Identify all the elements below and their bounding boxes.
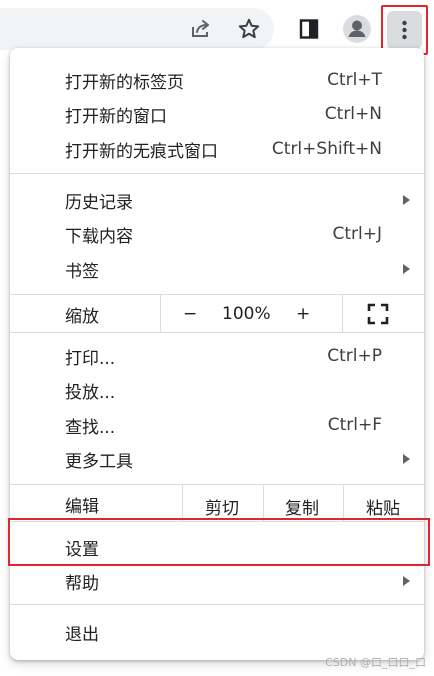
copy-button[interactable]: 复制 — [285, 494, 319, 519]
zoom-out-button[interactable]: − — [183, 304, 197, 324]
edit-divider — [343, 485, 344, 521]
chrome-main-menu: 打开新的标签页 Ctrl+T 打开新的窗口 Ctrl+N 打开新的无痕式窗口 C… — [10, 48, 424, 660]
fullscreen-icon[interactable] — [367, 303, 389, 325]
edit-divider — [182, 485, 183, 521]
menu-separator — [10, 332, 424, 333]
menu-item-shortcut: Ctrl+N — [324, 104, 382, 124]
paste-button[interactable]: 粘贴 — [366, 494, 400, 519]
menu-item-shortcut: Ctrl+P — [327, 346, 382, 366]
menu-zoom-row: 缩放 — [10, 296, 424, 332]
menu-item-label: 退出 — [65, 624, 99, 645]
profile-avatar-icon[interactable] — [340, 12, 374, 46]
menu-item-exit[interactable]: 退出 — [10, 615, 424, 649]
menu-item-shortcut: Ctrl+Shift+N — [271, 139, 382, 159]
menu-item-downloads[interactable]: 下载内容 Ctrl+J — [10, 217, 424, 251]
zoom-divider — [160, 295, 161, 332]
menu-separator — [10, 484, 424, 485]
menu-item-label: 打开新的无痕式窗口 — [65, 141, 218, 162]
watermark: CSDN @口_口口_口 — [325, 656, 426, 669]
edit-label: 编辑 — [65, 496, 99, 517]
zoom-label: 缩放 — [65, 306, 99, 327]
bookmark-star-icon[interactable] — [232, 12, 266, 46]
kebab-menu-icon[interactable] — [387, 11, 422, 49]
menu-item-label: 历史记录 — [65, 192, 133, 213]
menu-item-help[interactable]: 帮助 — [10, 564, 424, 598]
menu-separator — [10, 294, 424, 295]
zoom-in-button[interactable]: + — [296, 304, 310, 324]
menu-item-label: 书签 — [65, 261, 99, 282]
menu-item-new-tab[interactable]: 打开新的标签页 Ctrl+T — [10, 63, 424, 97]
menu-item-find[interactable]: 查找... Ctrl+F — [10, 408, 424, 442]
menu-item-label: 打开新的标签页 — [65, 72, 184, 93]
menu-item-label: 更多工具 — [65, 451, 133, 472]
zoom-divider — [342, 295, 343, 332]
menu-item-new-window[interactable]: 打开新的窗口 Ctrl+N — [10, 97, 424, 131]
menu-item-label: 投放... — [65, 382, 116, 403]
menu-item-shortcut: Ctrl+J — [332, 224, 382, 244]
share-icon[interactable] — [184, 12, 218, 46]
menu-item-label: 下载内容 — [65, 226, 133, 247]
submenu-arrow-icon — [403, 454, 410, 464]
menu-item-history[interactable]: 历史记录 — [10, 183, 424, 217]
menu-item-shortcut: Ctrl+T — [327, 70, 382, 90]
menu-item-shortcut: Ctrl+F — [327, 415, 382, 435]
menu-item-print[interactable]: 打印... Ctrl+P — [10, 339, 424, 373]
zoom-level: 100% — [222, 304, 271, 324]
menu-item-label: 查找... — [65, 417, 116, 438]
menu-item-new-incognito-window[interactable]: 打开新的无痕式窗口 Ctrl+Shift+N — [10, 132, 424, 166]
side-panel-icon[interactable] — [292, 12, 326, 46]
edit-divider — [263, 485, 264, 521]
menu-item-label: 帮助 — [65, 573, 99, 594]
menu-item-bookmarks[interactable]: 书签 — [10, 252, 424, 286]
menu-item-cast[interactable]: 投放... — [10, 373, 424, 407]
settings-highlight-box — [8, 518, 430, 566]
submenu-arrow-icon — [403, 576, 410, 586]
menu-item-label: 打开新的窗口 — [65, 106, 167, 127]
menu-item-more-tools[interactable]: 更多工具 — [10, 442, 424, 476]
cut-button[interactable]: 剪切 — [205, 494, 239, 519]
submenu-arrow-icon — [403, 195, 410, 205]
submenu-arrow-icon — [403, 264, 410, 274]
menu-item-label: 打印... — [65, 348, 116, 369]
menu-separator — [10, 604, 424, 605]
menu-separator — [10, 173, 424, 174]
